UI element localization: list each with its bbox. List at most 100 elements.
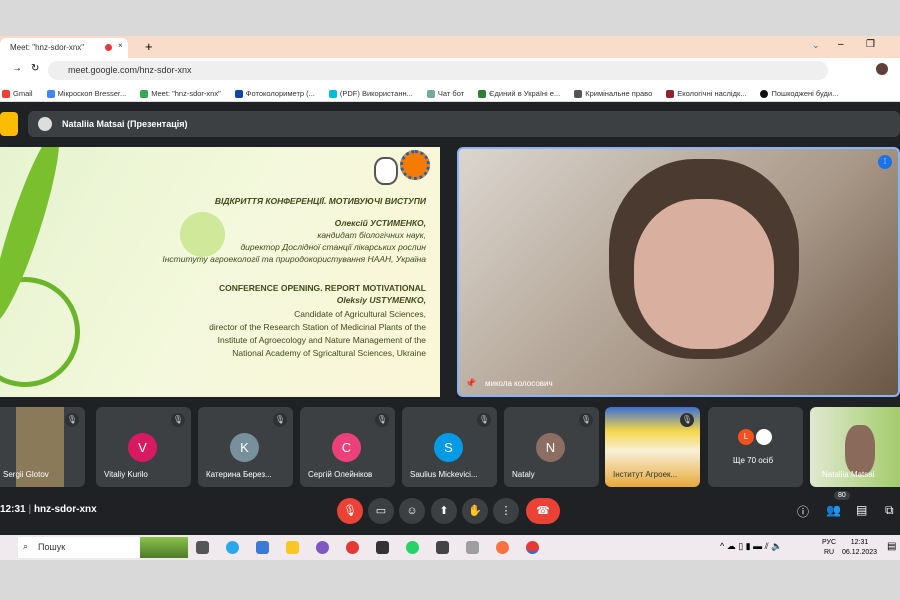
forward-icon[interactable]: → [12,63,22,74]
app-icon[interactable] [376,541,389,554]
bookmark[interactable]: Пошкоджені буди... [760,86,838,101]
flower-decoration [180,212,225,257]
notifications-icon[interactable]: ▤ [887,541,896,552]
slide-line: Institute of Agroecology and Nature Mana… [217,335,426,345]
people-icon[interactable]: 👥 [826,503,841,517]
speaking-indicator-icon: ⁞ [878,155,892,169]
bookmark[interactable]: Кримінальне право [574,86,652,101]
clock: 12:31 [0,504,26,515]
search-highlight-image [140,537,188,558]
reactions-button[interactable]: ☺ [399,498,425,524]
recording-icon [105,44,112,51]
close-tab-icon[interactable]: × [118,41,123,50]
tab-bar: + ⌄ – ❐ [0,36,900,58]
slide-line: director of the Research Station of Medi… [209,322,426,332]
bookmark[interactable]: (PDF) Використанн... [328,86,413,101]
bookmarks-bar: Gmail Мікроскоп Bresser... Meet: "hnz-sd… [0,82,900,102]
camera-app-icon[interactable] [436,541,449,554]
bookmark[interactable]: Gmail [2,86,33,101]
participant-name: Nataly [512,470,535,479]
speaker-face [634,199,774,349]
participant-name: Saulius Mickevici... [410,470,478,479]
taskbar-search[interactable]: ⌕ Пошук [18,537,188,558]
avatar: C [332,433,361,462]
participant-tile[interactable]: 🎙 Sergii Glotov [0,407,85,487]
address-bar[interactable]: meet.google.com/hnz-sdor-xnx [48,61,828,80]
telegram-icon[interactable] [226,541,239,554]
slide-title-en: CONFERENCE OPENING. REPORT MOTIVATIONAL [219,283,426,293]
info-icon[interactable]: ⓘ [797,503,809,520]
leave-call-button[interactable]: ☎ [526,498,560,524]
main-video[interactable]: ⁞ 📌 микола колосович [457,147,900,397]
participant-tile[interactable]: K 🎙 Катерина Берез... [198,407,293,487]
whatsapp-icon[interactable] [406,541,419,554]
viber-icon[interactable] [316,541,329,554]
new-tab-button[interactable]: + [145,39,153,54]
participant-name: Інститут Агроек... [613,470,678,479]
participant-tile[interactable]: N 🎙 Nataly [504,407,599,487]
raise-hand-button[interactable]: ✋ [462,498,488,524]
participant-count-badge: 80 [834,491,850,500]
more-options-button[interactable]: ⋮ [493,498,519,524]
reload-icon[interactable]: ↻ [31,63,39,74]
app-icon[interactable] [256,541,269,554]
presentation-slide: ВІДКРИТТЯ КОНФЕРЕНЦІЇ. МОТИВУЮЧІ ВИСТУПИ… [0,147,440,397]
url-text: meet.google.com/hnz-sdor-xnx [68,65,192,75]
mic-off-icon: 🎙 [579,413,593,427]
more-participants-tile[interactable]: L Ще 70 осіб [708,407,803,487]
presenter-label: Nataliia Matsai (Презентація) [62,119,188,129]
participant-tile[interactable]: V 🎙 Vitaliy Kurilo [96,407,191,487]
tab-search-icon[interactable]: ⌄ [812,40,820,51]
language-indicator[interactable]: РУС RU [822,538,836,558]
file-explorer-icon[interactable] [286,541,299,554]
chrome-icon[interactable] [346,541,359,554]
pin-icon[interactable]: 📌 [465,378,476,389]
participant-name: Катерина Берез... [206,470,272,479]
meet-logo-icon [0,112,18,136]
bookmark[interactable]: Єдиний в Україні е... [478,86,560,101]
participant-name: Sergii Glotov [3,470,49,479]
mic-off-icon: 🎙 [171,413,185,427]
participant-tile[interactable]: 🎙 Інститут Агроек... [605,407,700,487]
participant-video [845,425,875,475]
bookmark[interactable]: Meet: "hnz-sdor-xnx" [140,86,221,101]
browser-tab[interactable]: Meet: "hnz-sdor-xnx" × [0,38,128,58]
avatar: L [738,429,754,445]
participant-tile[interactable]: S 🎙 Saulius Mickevici... [402,407,497,487]
app-icon[interactable] [466,541,479,554]
avatar [756,429,772,445]
activities-icon[interactable]: ⧉ [885,503,894,518]
bookmark[interactable]: Екологічні наслідк... [666,86,746,101]
participant-tile[interactable]: Nataliia Matsai [810,407,900,487]
mic-toggle-button[interactable]: 🎙 [337,498,363,524]
system-tray-icons[interactable]: ^ ☁ ▯ ▮ ▬ ⫽ 🔈 [720,541,782,552]
participant-name: Vitaliy Kurilo [104,470,148,479]
slide-line: National Academy of Sgricaltural Science… [232,348,426,358]
slide-line: кандидат біологічних наук, [317,230,426,240]
task-view-icon[interactable] [196,541,209,554]
camera-toggle-button[interactable]: ▭ [368,498,394,524]
maximize-button[interactable]: ❐ [866,39,875,50]
slide-line: Candidate of Agricultural Sciences, [294,309,426,319]
participant-tile[interactable]: C 🎙 Сергій Олейніков [300,407,395,487]
mic-off-icon: 🎙 [65,413,79,427]
bookmark[interactable]: Мікроскоп Bresser... [46,86,126,101]
minimize-button[interactable]: – [838,39,844,50]
profile-avatar[interactable] [876,63,888,75]
avatar: S [434,433,463,462]
mic-off-icon: 🎙 [375,413,389,427]
more-participants-label: Ще 70 осіб [733,456,774,465]
speaker-en: Oleksiy USTYMENKO, [336,295,426,305]
present-button[interactable]: ⬆ [431,498,457,524]
bookmark[interactable]: Фотоколориметр (... [234,86,315,101]
taskbar-clock[interactable]: 12:31 06.12.2023 [842,538,877,558]
mic-off-icon: 🎙 [477,413,491,427]
bookmark[interactable]: Чат бот [426,86,464,101]
chat-icon[interactable]: ▤ [856,503,867,517]
main-video-name: микола колосович [485,379,553,388]
slide-line: директор Дослідної станції лікарських ро… [240,242,426,252]
slide-title-ua: ВІДКРИТТЯ КОНФЕРЕНЦІЇ. МОТИВУЮЧІ ВИСТУПИ [214,196,426,206]
chrome-active-icon[interactable] [526,541,539,554]
app-icon[interactable] [496,541,509,554]
slide-line: Інституту агроекології та природокористу… [162,254,426,264]
